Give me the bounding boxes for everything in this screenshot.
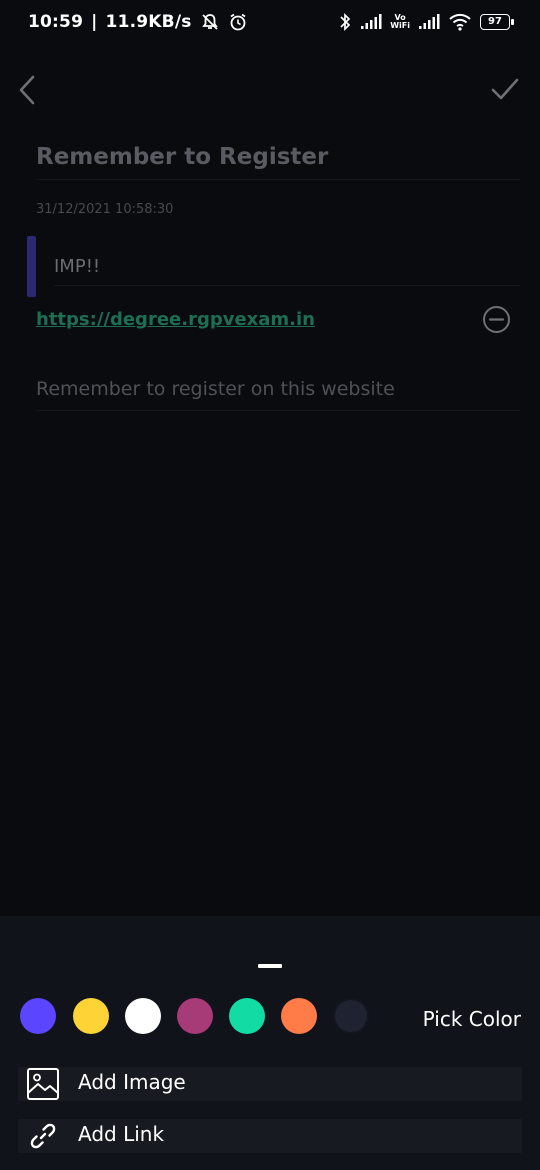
- note-datetime: 31/12/2021 10:58:30: [36, 202, 174, 217]
- save-button[interactable]: [490, 76, 520, 104]
- vowifi-indicator: Vo WiFi: [390, 14, 410, 30]
- chevron-left-icon: [19, 75, 35, 105]
- mute-icon: [201, 14, 218, 30]
- subtitle-divider: [54, 285, 520, 286]
- sheet-drag-handle[interactable]: [258, 964, 282, 968]
- minus-circle-icon: [483, 306, 510, 333]
- signal-icon: [361, 14, 382, 29]
- wifi-label: WiFi: [390, 21, 410, 30]
- color-swatch-green[interactable]: [229, 998, 265, 1034]
- color-swatch-orange[interactable]: [281, 998, 317, 1034]
- misc-sheet: Pick Color Add Image Add Link: [0, 916, 540, 1170]
- battery-level: 97: [488, 16, 502, 27]
- note-subtitle-input[interactable]: IMP!!: [54, 256, 100, 277]
- color-swatch-magenta[interactable]: [177, 998, 213, 1034]
- note-body-input[interactable]: Remember to register on this website: [36, 378, 395, 400]
- signal-icon: [419, 14, 440, 29]
- pick-color-label: Pick Color: [422, 1007, 521, 1031]
- battery-icon: 97: [480, 14, 514, 30]
- note-title-input[interactable]: Remember to Register: [36, 144, 328, 170]
- link-icon: [30, 1123, 56, 1149]
- body-divider: [36, 410, 520, 411]
- status-time: 10:59: [28, 12, 84, 32]
- status-separator: |: [91, 12, 98, 32]
- alarm-icon: [230, 13, 246, 31]
- subtitle-indicator: [27, 236, 36, 297]
- color-swatch-yellow[interactable]: [73, 998, 109, 1034]
- status-left: 10:59 | 11.9KB/s: [28, 12, 248, 32]
- status-right: Vo WiFi 97: [338, 12, 514, 32]
- title-divider: [36, 179, 520, 180]
- remove-url-button[interactable]: [482, 305, 511, 334]
- color-swatch-dark[interactable]: [333, 998, 369, 1034]
- color-swatch-purple[interactable]: [20, 998, 56, 1034]
- add-link-label: Add Link: [78, 1122, 165, 1146]
- color-swatch-white[interactable]: [125, 998, 161, 1034]
- status-bar: 10:59 | 11.9KB/s Vo WiFi 97: [0, 0, 540, 46]
- add-image-label: Add Image: [78, 1070, 186, 1094]
- bluetooth-icon: [340, 12, 351, 32]
- check-icon: [491, 78, 519, 100]
- back-button[interactable]: [14, 74, 42, 106]
- add-link-button[interactable]: Add Link: [18, 1119, 522, 1153]
- image-icon: [27, 1068, 59, 1100]
- note-url-link[interactable]: https://degree.rgpvexam.in: [36, 309, 315, 330]
- add-image-button[interactable]: Add Image: [18, 1067, 522, 1101]
- network-speed: 11.9KB/s: [105, 12, 192, 32]
- wifi-icon: [449, 13, 471, 31]
